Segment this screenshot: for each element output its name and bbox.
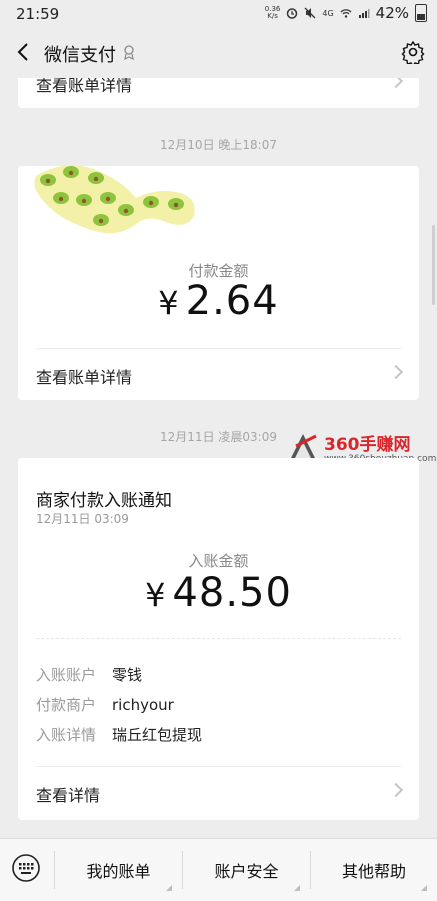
network-type: 4G	[322, 8, 334, 18]
network-speed-unit: K/s	[267, 12, 278, 20]
divider	[36, 766, 401, 767]
submenu-indicator-icon	[421, 885, 427, 891]
view-bill-details-row[interactable]: 查看账单详情	[18, 68, 419, 108]
bottom-menu-bar: 我的账单 账户安全 其他帮助	[0, 838, 437, 901]
battery-icon	[415, 4, 427, 22]
alarm-icon	[287, 8, 298, 19]
credited-amount-label: 入账金额	[188, 552, 249, 570]
view-bill-details-row[interactable]: 查看账单详情	[18, 354, 419, 394]
payment-amount-value: 2.64	[185, 278, 279, 324]
payment-card[interactable]: 付款金额 ¥2.64 查看账单详情	[18, 165, 419, 400]
info-value: richyour	[112, 696, 174, 714]
credited-amount: ¥48.50	[18, 570, 419, 616]
signal-icon	[358, 9, 370, 18]
merchant-payment-card[interactable]: 商家付款入账通知 12月11日 03:09 入账金额 ¥48.50 入账账户 零钱…	[18, 458, 419, 820]
submenu-indicator-icon	[166, 885, 172, 891]
tab-other-help-label: 其他帮助	[341, 862, 406, 881]
info-key: 入账详情	[36, 726, 97, 744]
view-details-row[interactable]: 查看详情	[18, 772, 419, 812]
status-bar: 21:59 0.36 K/s 4G 42%	[0, 0, 437, 28]
tab-other-help[interactable]: 其他帮助	[311, 839, 437, 901]
status-time: 21:59	[16, 5, 60, 23]
network-speed: 0.36 K/s	[265, 6, 281, 20]
info-key: 付款商户	[36, 696, 97, 714]
message-timestamp: 12月10日 晚上18:07	[160, 138, 277, 152]
status-icons: 0.36 K/s 4G 42%	[265, 4, 427, 22]
info-row-details: 入账详情 瑞丘红包提现	[36, 724, 202, 745]
page-title: 微信支付	[44, 45, 116, 66]
chevron-right-icon	[388, 364, 404, 380]
mute-icon	[304, 7, 316, 19]
previous-bill-card: 查看账单详情	[18, 68, 419, 108]
scrollbar[interactable]	[432, 225, 435, 305]
back-arrow-icon[interactable]	[12, 40, 36, 64]
keyboard-icon[interactable]	[11, 853, 41, 883]
chevron-right-icon	[388, 782, 404, 798]
view-bill-details-label: 查看账单详情	[36, 76, 133, 95]
wifi-icon	[340, 9, 352, 18]
gear-icon[interactable]	[401, 40, 425, 64]
currency-symbol: ¥	[145, 576, 167, 614]
view-details-label: 查看详情	[36, 786, 101, 805]
tab-account-security-label: 账户安全	[214, 862, 279, 881]
submenu-indicator-icon	[294, 885, 300, 891]
info-row-account: 入账账户 零钱	[36, 664, 142, 685]
view-bill-details-label: 查看账单详情	[36, 368, 133, 387]
verified-icon	[124, 45, 134, 60]
info-value: 瑞丘红包提现	[112, 726, 203, 744]
tab-my-bills-label: 我的账单	[86, 862, 151, 881]
credited-amount-value: 48.50	[172, 570, 292, 616]
tab-account-security[interactable]: 账户安全	[183, 839, 310, 901]
info-key: 入账账户	[36, 666, 97, 684]
dashed-divider	[36, 638, 401, 639]
battery-percent: 42%	[375, 4, 409, 22]
watermark-logo-text: 360手赚网	[324, 435, 411, 455]
divider	[36, 348, 401, 349]
notice-date: 12月11日 03:09	[36, 512, 129, 526]
tab-my-bills[interactable]: 我的账单	[55, 839, 182, 901]
info-value: 零钱	[112, 666, 143, 684]
avocado-sticker-icon	[34, 165, 195, 234]
currency-symbol: ¥	[158, 284, 180, 322]
info-row-merchant: 付款商户 richyour	[36, 694, 174, 715]
payment-amount: ¥2.64	[18, 278, 419, 324]
notice-title: 商家付款入账通知	[36, 491, 172, 511]
chevron-right-icon	[388, 73, 404, 89]
